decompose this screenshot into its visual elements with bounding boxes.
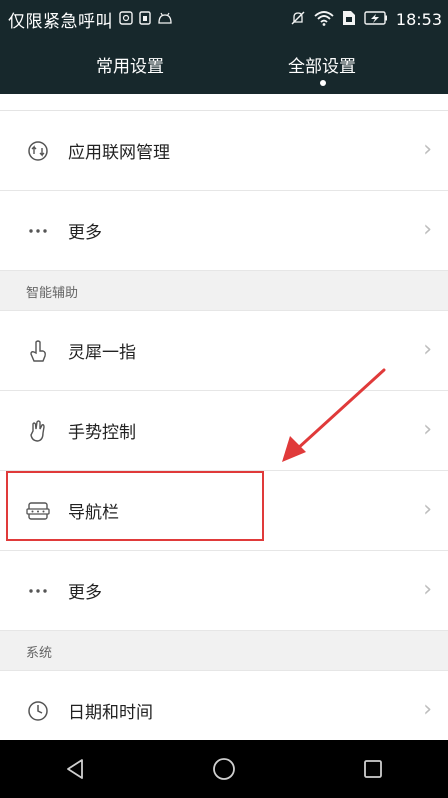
chevron-right-icon: › [423, 217, 432, 242]
settings-screen: 仅限紧急呼叫 18:53 常用设置 全部设置 应用联网管理 › 更多 › 智能辅… [0, 0, 448, 798]
chevron-right-icon: › [423, 417, 432, 442]
row-label: 日期和时间 [68, 703, 153, 723]
android-icon [157, 12, 173, 27]
battery-charging-icon [364, 10, 388, 28]
settings-list: 应用联网管理 › 更多 › 智能辅助 灵犀一指 › 手势控制 › 导航栏 › 更… [0, 94, 448, 740]
list-top-gap [0, 94, 448, 111]
notification-icon [119, 10, 133, 28]
row-label: 灵犀一指 [68, 343, 136, 363]
mute-icon [290, 10, 306, 29]
home-icon[interactable] [204, 749, 244, 789]
sim-icon [139, 10, 151, 28]
section-title: 系统 [26, 646, 53, 661]
row-date-and-time[interactable]: 日期和时间 › [0, 671, 448, 740]
wifi-icon [314, 10, 334, 29]
chevron-right-icon: › [423, 337, 432, 362]
row-knuckle-gestures[interactable]: 灵犀一指 › [0, 311, 448, 391]
clock-icon [26, 699, 50, 723]
row-hand-gesture-control[interactable]: 手势控制 › [0, 391, 448, 471]
row-app-network-management[interactable]: 应用联网管理 › [0, 111, 448, 191]
chevron-right-icon: › [423, 137, 432, 162]
sim-card-icon [342, 10, 356, 29]
status-right: 18:53 [290, 10, 442, 29]
status-bar: 仅限紧急呼叫 18:53 [0, 0, 448, 38]
knuckle-gesture-icon [26, 339, 50, 363]
section-header-system: 系统 [0, 631, 448, 671]
more-dots-icon [26, 579, 50, 603]
hand-gesture-icon [26, 419, 50, 443]
status-left: 仅限紧急呼叫 [8, 7, 173, 32]
row-label: 更多 [68, 223, 102, 243]
settings-header: 常用设置 全部设置 [0, 38, 448, 94]
row-label: 更多 [68, 583, 102, 603]
active-tab-indicator [320, 80, 326, 86]
network-manage-icon [26, 139, 50, 163]
more-dots-icon [26, 219, 50, 243]
recents-icon[interactable] [353, 749, 393, 789]
row-more-assist[interactable]: 更多 › [0, 551, 448, 631]
tab-common-settings[interactable]: 常用设置 [96, 52, 164, 77]
status-clock: 18:53 [395, 9, 442, 29]
section-title: 智能辅助 [26, 286, 79, 301]
row-label: 应用联网管理 [68, 143, 170, 163]
section-header-smart-assist: 智能辅助 [0, 271, 448, 311]
row-label: 手势控制 [68, 423, 136, 443]
system-navigation-bar [0, 740, 448, 798]
carrier-text: 仅限紧急呼叫 [8, 11, 113, 32]
chevron-right-icon: › [423, 577, 432, 602]
chevron-right-icon: › [423, 497, 432, 522]
highlight-box [6, 471, 264, 541]
back-icon[interactable] [55, 749, 95, 789]
tab-all-settings[interactable]: 全部设置 [288, 52, 356, 77]
row-more-network[interactable]: 更多 › [0, 191, 448, 271]
chevron-right-icon: › [423, 697, 432, 722]
